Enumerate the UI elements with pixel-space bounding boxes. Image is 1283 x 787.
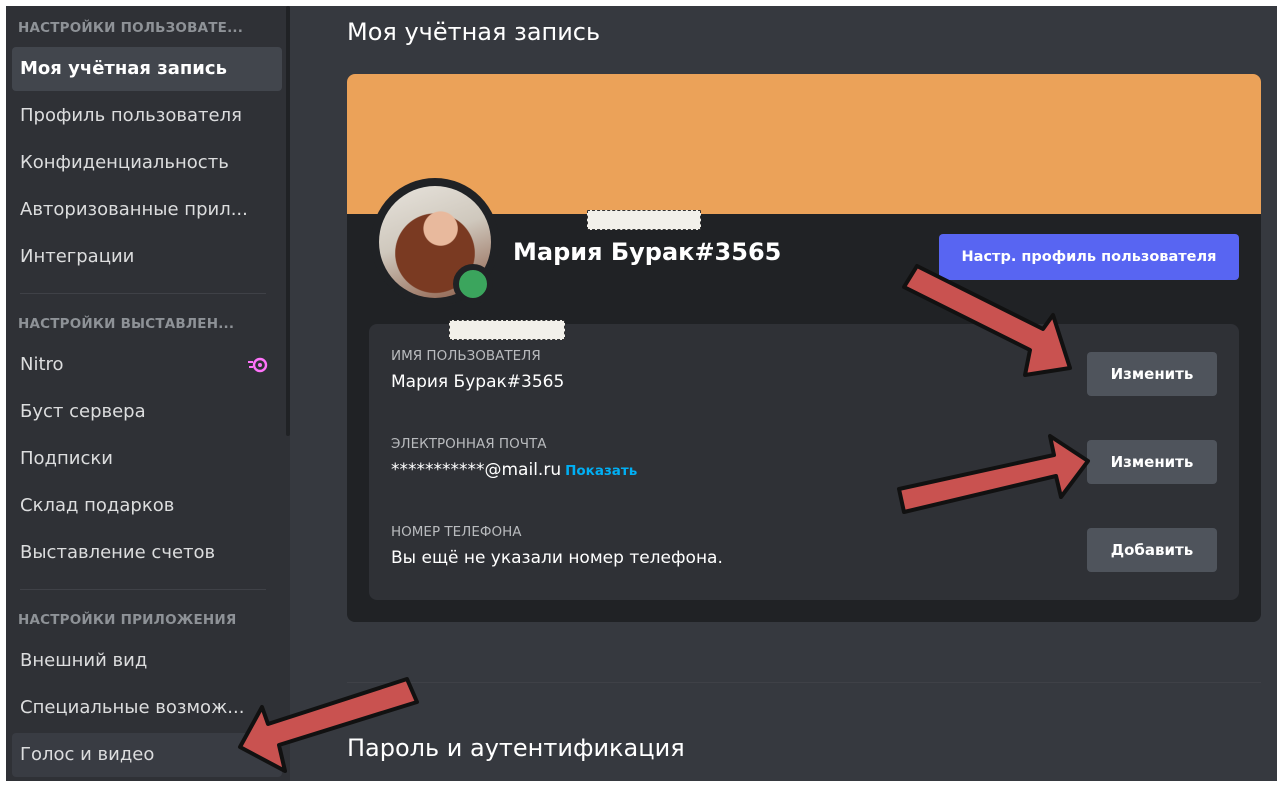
sidebar-item-authorized-apps[interactable]: Авторизованные прил... (12, 188, 282, 232)
account-fields-panel: ИМЯ ПОЛЬЗОВАТЕЛЯ Мария Бурак#3565 Измени… (369, 324, 1239, 600)
redaction-mark (587, 210, 701, 230)
sidebar-item-nitro[interactable]: Nitro (12, 343, 282, 387)
phone-field: НОМЕР ТЕЛЕФОНА Вы ещё не указали номер т… (391, 524, 723, 568)
online-status-icon (453, 264, 493, 304)
sidebar-item-server-boost[interactable]: Буст сервера (12, 390, 282, 434)
avatar-frame (371, 178, 499, 306)
sidebar-section-billing-settings: НАСТРОЙКИ ВЫСТАВЛЕН... (18, 316, 235, 332)
field-label: ЭЛЕКТРОННАЯ ПОЧТА (391, 436, 547, 452)
redaction-mark (449, 320, 565, 340)
settings-sidebar: НАСТРОЙКИ ПОЛЬЗОВАТЕ... Моя учётная запи… (6, 6, 290, 781)
sidebar-item-accessibility[interactable]: Специальные возмож... (12, 686, 282, 730)
sidebar-scrollbar[interactable] (286, 6, 290, 436)
password-section-title: Пароль и аутентификация (347, 734, 685, 762)
account-card: Мария Бурак#3565 Настр. профиль пользова… (347, 74, 1261, 622)
sidebar-item-gift-inventory[interactable]: Склад подарков (12, 484, 282, 528)
sidebar-item-appearance[interactable]: Внешний вид (12, 639, 282, 683)
sidebar-item-privacy[interactable]: Конфиденциальность (12, 141, 282, 185)
sidebar-item-subscriptions[interactable]: Подписки (12, 437, 282, 481)
sidebar-section-app-settings: НАСТРОЙКИ ПРИЛОЖЕНИЯ (18, 612, 237, 628)
edit-username-button[interactable]: Изменить (1087, 352, 1217, 396)
field-value: ***********@mail.ru Показать (391, 460, 637, 480)
sidebar-item-user-profile[interactable]: Профиль пользователя (12, 94, 282, 138)
section-divider (347, 682, 1261, 683)
edit-user-profile-button[interactable]: Настр. профиль пользователя (939, 234, 1239, 280)
sidebar-divider (20, 293, 266, 294)
email-field: ЭЛЕКТРОННАЯ ПОЧТА ***********@mail.ru Пок… (391, 436, 637, 480)
sidebar-item-my-account[interactable]: Моя учётная запись (12, 47, 282, 91)
sidebar-item-label: Nitro (20, 354, 64, 375)
field-value: Мария Бурак#3565 (391, 372, 565, 392)
page-title: Моя учётная запись (347, 18, 601, 46)
sidebar-section-user-settings: НАСТРОЙКИ ПОЛЬЗОВАТЕ... (18, 20, 244, 36)
field-label: НОМЕР ТЕЛЕФОНА (391, 524, 522, 540)
main-content: Моя учётная запись Мария Бурак#3565 Наст… (347, 6, 1277, 781)
sidebar-item-billing[interactable]: Выставление счетов (12, 531, 282, 575)
email-value: ***********@mail.ru (391, 460, 562, 480)
nitro-icon (248, 357, 268, 373)
reveal-email-link[interactable]: Показать (565, 463, 637, 479)
field-label: ИМЯ ПОЛЬЗОВАТЕЛЯ (391, 348, 541, 364)
edit-email-button[interactable]: Изменить (1087, 440, 1217, 484)
sidebar-item-voice-video[interactable]: Голос и видео (12, 733, 282, 777)
settings-window: НАСТРОЙКИ ПОЛЬЗОВАТЕ... Моя учётная запи… (6, 6, 1277, 781)
add-phone-button[interactable]: Добавить (1087, 528, 1217, 572)
field-value: Вы ещё не указали номер телефона. (391, 548, 723, 568)
profile-banner (347, 74, 1261, 214)
sidebar-divider (20, 589, 266, 590)
profile-username: Мария Бурак#3565 (513, 238, 782, 266)
sidebar-item-integrations[interactable]: Интеграции (12, 235, 282, 279)
username-field: ИМЯ ПОЛЬЗОВАТЕЛЯ Мария Бурак#3565 (391, 348, 564, 392)
